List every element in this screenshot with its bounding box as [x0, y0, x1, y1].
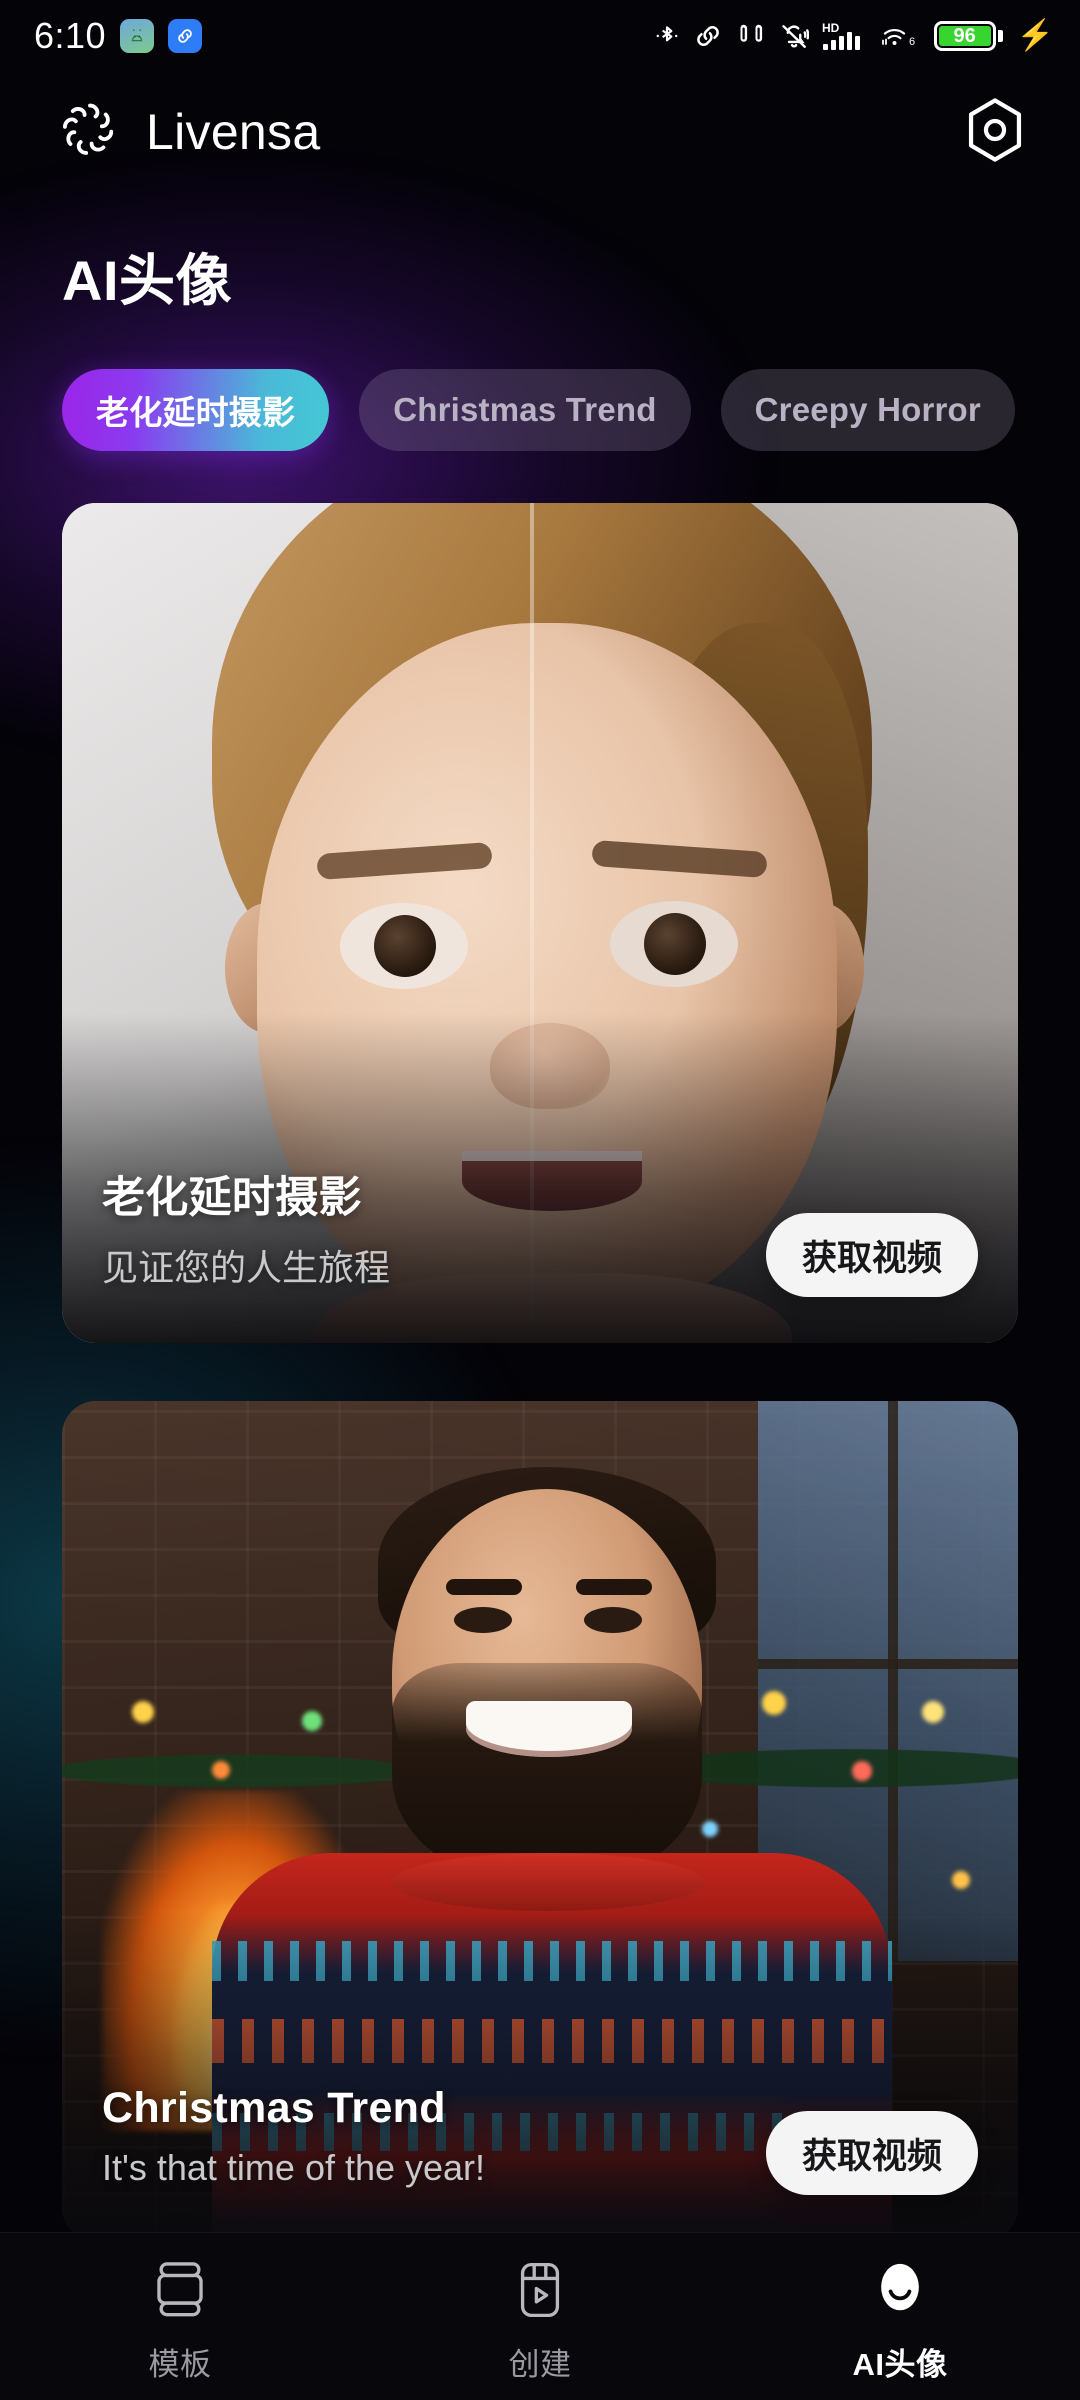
template-icon: [154, 2255, 206, 2325]
battery-tip: [997, 30, 1003, 42]
chip-creepy-horror[interactable]: Creepy Horror: [720, 369, 1015, 451]
nav-label: 创建: [508, 2347, 572, 2382]
nav-label: AI头像: [852, 2347, 948, 2382]
battery-indicator: 96: [933, 21, 1003, 51]
bottom-navigation: 模板 创建 AI头像: [0, 2232, 1080, 2400]
card-footer: Christmas Trend It's that time of the ye…: [62, 2084, 1018, 2241]
app-screen: 6:10 HD 6 96 ⚡ Livensa AI头像 老化延时摄影 Chris…: [0, 0, 1080, 2400]
status-bar-right: HD 6 96 ⚡: [654, 21, 1054, 51]
charging-bolt-icon: ⚡: [1016, 19, 1054, 52]
template-card-list: 老化延时摄影 见证您的人生旅程 获取视频 Christmas Trend It'…: [0, 451, 1080, 2241]
category-chip-row[interactable]: 老化延时摄影 Christmas Trend Creepy Horror: [0, 317, 1080, 451]
card-subtitle: It's that time of the year!: [102, 2147, 486, 2188]
battery-body: 96: [933, 21, 996, 51]
nav-item-templates[interactable]: 模板: [2, 2255, 358, 2384]
brand: Livensa: [56, 96, 320, 169]
livensa-knot-logo: [56, 96, 124, 169]
svg-text:HD: HD: [822, 21, 840, 35]
battery-percent: 96: [953, 25, 976, 47]
card-text: 老化延时摄影 见证您的人生旅程: [102, 1163, 390, 1297]
settings-button[interactable]: [956, 93, 1034, 171]
card-title: Christmas Trend: [102, 2084, 446, 2132]
earbuds-icon: [736, 21, 766, 51]
chip-label: 老化延时摄影: [96, 394, 296, 431]
link-icon: [693, 21, 723, 51]
page-title: AI头像: [62, 249, 232, 312]
card-footer: 老化延时摄影 见证您的人生旅程 获取视频: [62, 1163, 1018, 1343]
get-video-label: 获取视频: [801, 1238, 942, 1278]
template-card-aging[interactable]: 老化延时摄影 见证您的人生旅程 获取视频: [62, 503, 1018, 1343]
create-play-icon: [514, 2255, 566, 2325]
chip-label: Christmas Trend: [393, 391, 657, 428]
android-app-icon: [120, 19, 155, 53]
bluetooth-icon: [654, 21, 680, 51]
status-bar: 6:10 HD 6 96 ⚡: [0, 0, 1080, 72]
mute-bell-icon: [779, 21, 809, 51]
card-title: 老化延时摄影: [102, 1174, 362, 1222]
template-card-christmas[interactable]: Christmas Trend It's that time of the ye…: [62, 1401, 1018, 2241]
app-header: Livensa: [0, 72, 1080, 192]
get-video-button[interactable]: 获取视频: [765, 2111, 978, 2195]
ai-avatar-face-icon: [874, 2255, 926, 2325]
brand-name: Livensa: [146, 104, 321, 160]
status-time: 6:10: [34, 15, 107, 56]
card-text: Christmas Trend It's that time of the ye…: [102, 2084, 485, 2195]
hd-signal-icon: HD: [822, 21, 868, 51]
nav-item-create[interactable]: 创建: [362, 2255, 718, 2384]
get-video-button[interactable]: 获取视频: [765, 1213, 978, 1297]
status-bar-left: 6:10: [34, 15, 203, 57]
get-video-label: 获取视频: [801, 2136, 942, 2176]
hex-settings-icon: [964, 96, 1026, 169]
svg-text:6: 6: [909, 36, 915, 48]
chip-aging-timelapse[interactable]: 老化延时摄影: [62, 369, 330, 451]
nav-label: 模板: [148, 2347, 212, 2382]
chip-christmas-trend[interactable]: Christmas Trend: [359, 369, 691, 451]
card-subtitle: 见证您的人生旅程: [102, 1247, 391, 1288]
battery-fill: 96: [938, 25, 991, 47]
link-app-icon: [168, 19, 203, 53]
nav-item-ai-avatar[interactable]: AI头像: [722, 2255, 1078, 2384]
wifi-6-icon: 6: [881, 21, 921, 51]
chip-label: Creepy Horror: [754, 391, 981, 428]
